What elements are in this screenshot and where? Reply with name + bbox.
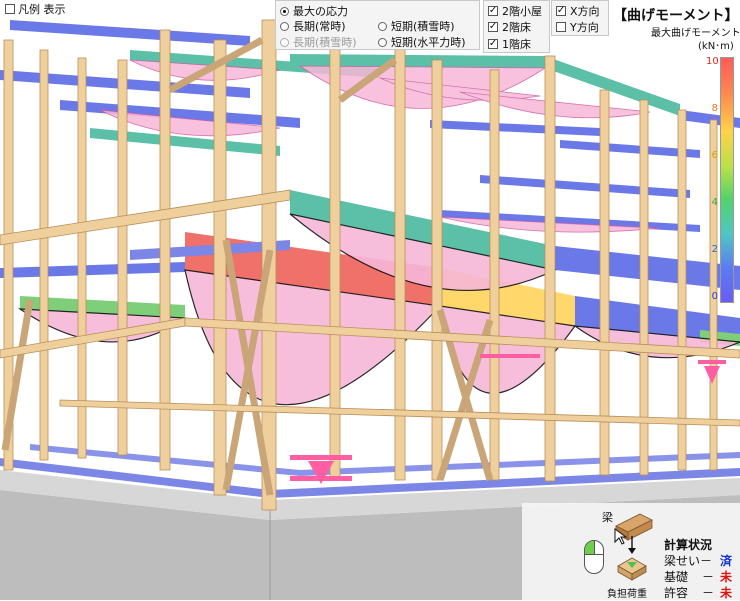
legend-toggle-label: 凡例 表示 — [18, 3, 66, 16]
floor-filter-panel: ✓ 2階小屋 ✓ 2階床 ✓ 1階床 — [483, 0, 550, 53]
radio-long-term-snow: 長期(積雪時) — [280, 34, 357, 50]
calc-row-foundation: 基礎 － 未 — [664, 568, 732, 585]
floor-check-2f-floor[interactable]: ✓ 2階床 — [488, 19, 531, 35]
calc-row-label: 基礎 — [664, 570, 689, 584]
scale-tick: 2 — [711, 244, 718, 255]
scale-tick: 8 — [711, 103, 718, 114]
radio-max-stress[interactable]: 最大の応力 — [280, 3, 348, 19]
checkbox[interactable]: ✓ — [488, 6, 498, 16]
scale-tick: 10 — [706, 56, 719, 67]
cursor-icon — [614, 528, 628, 545]
radio-label: 長期(積雪時) — [293, 36, 357, 49]
legend-checkbox[interactable] — [5, 4, 15, 14]
load-label: 負担荷重 — [607, 589, 647, 600]
color-scale-bar — [720, 57, 734, 303]
calc-row-allowable: 許容 － 未 — [664, 584, 732, 601]
scale-title: 【曲げモーメント】 — [613, 5, 739, 25]
scale-tick: 4 — [711, 197, 718, 208]
calc-row-status: 未 — [720, 586, 733, 600]
load-case-panel: 最大の応力 長期(常時) 短期(積雪時) 長期(積雪時) 短期(水平力時) — [275, 0, 480, 50]
scale-tick: 6 — [711, 150, 718, 161]
radio-indicator[interactable] — [378, 21, 387, 31]
radio-label: 短期(水平力時) — [391, 36, 466, 49]
checkbox-label: 2階小屋 — [502, 5, 542, 18]
calc-row-dash: － — [702, 586, 715, 600]
radio-label: 長期(常時) — [293, 20, 346, 33]
radio-label: 短期(積雪時) — [391, 20, 455, 33]
calc-row-label: 梁せい — [664, 554, 701, 568]
radio-label: 最大の応力 — [293, 5, 348, 18]
radio-short-term-snow[interactable]: 短期(積雪時) — [378, 18, 455, 34]
radio-indicator[interactable] — [280, 6, 289, 16]
direction-filter-panel: ✓ X方向 Y方向 — [551, 0, 609, 36]
radio-indicator — [280, 37, 289, 47]
calc-status-title: 計算状況 — [664, 538, 713, 552]
radio-indicator[interactable] — [280, 21, 289, 31]
calc-row-dash: － — [700, 554, 713, 568]
checkbox[interactable]: ✓ — [488, 22, 498, 32]
checkbox-label: X方向 — [570, 5, 600, 18]
checkbox-label: Y方向 — [570, 21, 599, 34]
radio-long-term[interactable]: 長期(常時) — [280, 18, 346, 34]
floor-check-2f-roof[interactable]: ✓ 2階小屋 — [488, 3, 542, 19]
calc-row-status: 済 — [720, 554, 733, 568]
calc-row-label: 許容 — [664, 586, 689, 600]
radio-indicator[interactable] — [378, 37, 387, 47]
legend-toggle[interactable]: 凡例 表示 — [2, 1, 69, 17]
scale-unit: (kN･m) — [698, 41, 734, 52]
checkbox[interactable]: ✓ — [488, 39, 498, 49]
checkbox[interactable]: ✓ — [556, 6, 566, 16]
mouse-icon — [584, 540, 604, 574]
checkbox[interactable] — [556, 22, 566, 32]
calc-row-dash: － — [702, 570, 715, 584]
scale-tick: 0 — [711, 291, 718, 302]
calc-row-status: 未 — [720, 570, 733, 584]
floor-check-1f-floor[interactable]: ✓ 1階床 — [488, 36, 531, 52]
calc-row-beam-depth: 梁せい－ 済 — [664, 552, 732, 569]
direction-check-x[interactable]: ✓ X方向 — [556, 3, 600, 19]
direction-check-y[interactable]: Y方向 — [556, 19, 599, 35]
radio-short-term-horizontal[interactable]: 短期(水平力時) — [378, 34, 466, 50]
checkbox-label: 2階床 — [502, 21, 531, 34]
checkbox-label: 1階床 — [502, 38, 531, 51]
